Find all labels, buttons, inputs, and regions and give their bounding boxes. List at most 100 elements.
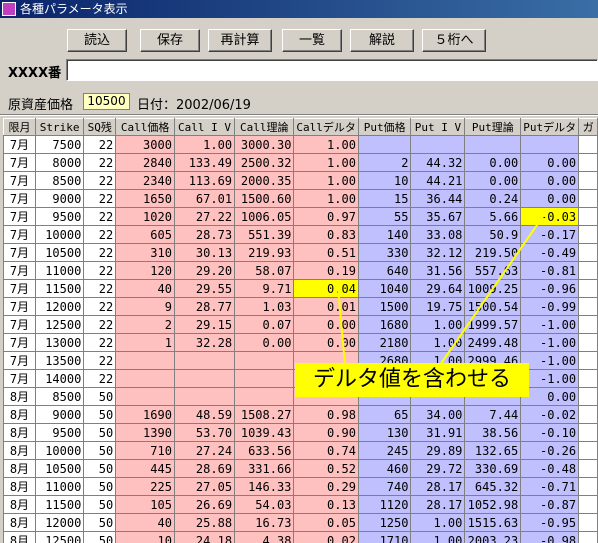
table-cell[interactable]: 22 [83,171,117,190]
table-cell[interactable]: 38.56 [464,423,522,442]
table-cell[interactable]: 28.73 [173,225,236,244]
table-cell[interactable] [578,333,598,352]
table-cell[interactable]: 445 [115,459,175,478]
table-cell[interactable]: 2840 [115,153,175,172]
table-cell[interactable]: -0.71 [520,477,580,496]
table-cell[interactable]: 7月 [3,225,36,244]
table-cell[interactable]: 1250 [357,513,412,532]
table-cell[interactable]: -0.98 [520,531,580,543]
table-cell[interactable]: 1999.57 [464,315,522,334]
table-cell[interactable]: 2003.23 [464,531,522,543]
table-cell[interactable]: 1.00 [173,135,236,154]
table-cell[interactable]: 7500 [34,135,85,154]
column-header[interactable]: Put I V [410,118,466,136]
table-cell[interactable]: 9000 [34,189,85,208]
parameter-grid[interactable]: 限月 Strike SQ残 Call価格 Call I V Call理論 Callデルタ Pu… [3,118,598,543]
table-cell[interactable] [464,135,522,154]
table-row[interactable]: 7月 9500 22 1020 27.22 1006.05 0.97 55 35.67 5.66-… [3,207,598,226]
table-cell[interactable]: 35.67 [410,207,466,226]
table-cell[interactable]: 50 [83,441,117,460]
table-cell[interactable]: 1508.27 [234,405,295,424]
table-cell[interactable] [578,387,598,406]
table-cell[interactable]: 1006.05 [234,207,295,226]
table-cell[interactable]: 2499.48 [464,333,522,352]
table-cell[interactable]: 1020 [115,207,175,226]
list-button[interactable]: 一覧 [282,29,342,52]
table-cell[interactable]: 0.52 [293,459,359,478]
table-cell[interactable]: 22 [83,189,117,208]
table-cell[interactable] [578,351,598,370]
table-cell[interactable]: 1.00 [293,189,359,208]
table-row[interactable]: 7月 10000 22 605 28.73 551.39 0.83 140 33.08 50.9-… [3,225,598,244]
table-cell[interactable]: 67.01 [173,189,236,208]
table-cell[interactable]: 22 [83,207,117,226]
table-cell[interactable]: 1039.43 [234,423,295,442]
table-cell[interactable]: 10500 [34,459,85,478]
table-cell[interactable] [357,135,412,154]
table-cell[interactable]: 225 [115,477,175,496]
table-cell[interactable]: 29.15 [173,315,236,334]
column-header[interactable]: Call理論 [234,118,295,136]
table-cell[interactable]: 2180 [357,333,412,352]
column-header[interactable]: 限月 [3,118,36,136]
table-row[interactable]: 8月 11500 50 105 26.69 54.03 0.13 1120 28.17 1052.… [3,495,598,514]
table-cell[interactable]: 0.74 [293,441,359,460]
table-cell[interactable]: 0.00 [293,315,359,334]
table-cell[interactable]: 7月 [3,351,36,370]
table-cell[interactable]: 1120 [357,495,412,514]
table-cell[interactable]: 551.39 [234,225,295,244]
table-cell[interactable]: 28.77 [173,297,236,316]
table-cell[interactable]: 2 [115,315,175,334]
table-cell[interactable]: 0.19 [293,261,359,280]
table-cell[interactable] [115,369,175,388]
table-cell[interactable]: 27.22 [173,207,236,226]
table-cell[interactable]: -0.02 [520,405,580,424]
table-row[interactable]: 7月 12000 22 9 28.77 1.03 0.01 1500 19.75 1500.54-… [3,297,598,316]
table-cell[interactable] [234,387,295,406]
table-cell[interactable]: 10000 [34,225,85,244]
table-cell[interactable]: 50 [83,531,117,543]
table-cell[interactable] [578,531,598,543]
table-cell[interactable]: 1.00 [410,531,466,543]
table-row[interactable]: 7月 12500 22 2 29.15 0.07 0.00 1680 1.00 1999.57 -1… [3,315,598,334]
table-cell[interactable]: -0.03 [520,207,580,226]
table-cell[interactable]: 645.32 [464,477,522,496]
table-cell[interactable]: 31.91 [410,423,466,442]
table-cell[interactable]: 13000 [34,333,85,352]
table-cell[interactable]: 7月 [3,369,36,388]
table-cell[interactable]: 8月 [3,405,36,424]
table-cell[interactable]: 4.38 [234,531,295,543]
explain-button[interactable]: 解説 [350,29,414,52]
table-cell[interactable]: 50 [83,405,117,424]
table-cell[interactable]: 460 [357,459,412,478]
table-cell[interactable]: 0.00 [520,387,580,406]
five-digit-button[interactable]: ５桁へ [422,29,486,52]
column-header[interactable]: Put理論 [464,118,522,136]
table-cell[interactable]: 26.69 [173,495,236,514]
table-cell[interactable]: 132.65 [464,441,522,460]
table-cell[interactable]: 22 [83,297,117,316]
table-cell[interactable] [578,279,598,298]
table-cell[interactable]: 113.69 [173,171,236,190]
table-cell[interactable]: 28.69 [173,459,236,478]
table-cell[interactable]: 9.71 [234,279,295,298]
table-cell[interactable]: 1 [115,333,175,352]
table-cell[interactable]: 2000.35 [234,171,295,190]
table-cell[interactable]: 29.55 [173,279,236,298]
table-cell[interactable] [578,405,598,424]
table-cell[interactable] [578,513,598,532]
table-cell[interactable]: 13500 [34,351,85,370]
table-row[interactable]: 8月 10500 50 445 28.69 331.66 0.52 460 29.72 330.6… [3,459,598,478]
table-cell[interactable]: 7月 [3,261,36,280]
table-row[interactable]: 7月 8500 22 2340 113.69 2000.35 1.00 10 44.21 0.00… [3,171,598,190]
column-header[interactable]: Put価格 [357,118,412,136]
table-cell[interactable]: 310 [115,243,175,262]
table-cell[interactable]: 8月 [3,531,36,543]
table-cell[interactable]: 10500 [34,243,85,262]
table-cell[interactable]: 1515.63 [464,513,522,532]
table-cell[interactable]: 14000 [34,369,85,388]
table-cell[interactable] [578,135,598,154]
table-cell[interactable]: 22 [83,279,117,298]
table-cell[interactable]: 1650 [115,189,175,208]
table-cell[interactable]: -0.81 [520,261,580,280]
